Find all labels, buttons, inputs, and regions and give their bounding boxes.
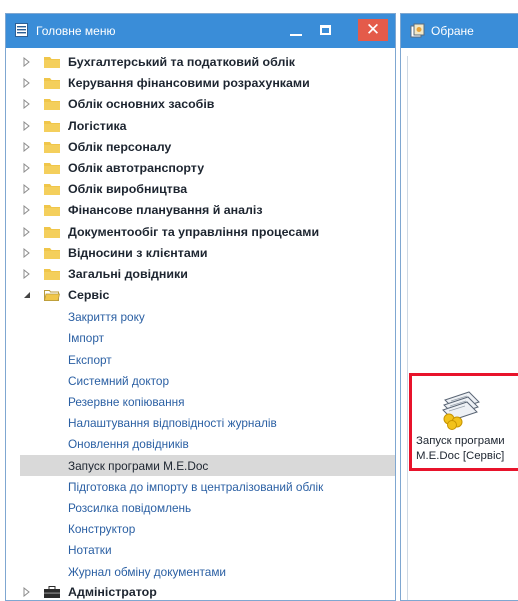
expand-arrow-icon[interactable] <box>23 586 31 597</box>
tree-category-label: Облік персоналу <box>68 139 172 154</box>
expand-arrow-icon[interactable] <box>23 268 31 279</box>
favorites-titlebar[interactable]: Обране <box>401 14 518 48</box>
favorites-panel: Обране <box>400 13 518 601</box>
tree-item[interactable]: Нотатки <box>6 539 395 560</box>
tree-item[interactable]: Підготовка до імпорту в централізований … <box>6 476 395 497</box>
tree-category-label: Бухгалтерський та податковий облік <box>68 55 295 69</box>
tree-category[interactable]: Відносини з клієнтами <box>6 243 395 264</box>
tree-category-label: Відносини з клієнтами <box>68 245 208 260</box>
expand-arrow-icon[interactable] <box>23 162 31 173</box>
folder-icon <box>44 268 60 280</box>
favorite-tile-label: Запуск програми M.E.Doc [Сервіс] <box>416 435 505 462</box>
folder-icon <box>44 184 60 196</box>
tree-category[interactable]: Бухгалтерський та податковий облік <box>6 52 395 73</box>
folder-icon <box>44 141 60 153</box>
tree-item[interactable]: Закриття року <box>6 306 395 327</box>
close-button[interactable]: ✕ <box>358 19 388 41</box>
tree-item[interactable]: Розсилка повідомлень <box>6 497 395 518</box>
tree-category[interactable]: Керування фінансовими розрахунками <box>6 73 395 94</box>
tree-category-label: Логістика <box>68 118 127 133</box>
tree-category-service[interactable]: Сервіс <box>6 285 395 306</box>
tree-item-label: Імпорт <box>68 331 105 346</box>
expand-arrow-icon[interactable] <box>23 57 31 67</box>
tree-category-label: Сервіс <box>68 288 110 303</box>
tree-item[interactable]: Системний доктор <box>6 370 395 391</box>
tree-item[interactable]: Журнал обміну документами <box>6 561 395 582</box>
folder-icon <box>44 99 60 111</box>
minimize-icon <box>290 34 302 36</box>
maximize-icon <box>319 25 331 35</box>
tree-category-label: Облік виробництва <box>68 182 188 197</box>
admin-briefcase-icon <box>44 585 60 598</box>
folder-icon <box>44 120 60 132</box>
tree-category-label: Загальні довідники <box>68 266 188 281</box>
favorites-title: Обране <box>431 24 474 38</box>
tree-item-label: Конструктор <box>68 522 136 537</box>
main-menu-title: Головне меню <box>36 24 116 38</box>
tree-category-label: Облік основних засобів <box>68 97 215 112</box>
folder-icon <box>44 226 60 238</box>
tree-item-label: Резервне копіювання <box>68 395 185 409</box>
close-icon: ✕ <box>365 20 381 39</box>
tree-item-label: Розсилка повідомлень <box>68 500 192 515</box>
tree-category[interactable]: Облік персоналу <box>6 137 395 158</box>
maximize-button[interactable] <box>311 19 339 41</box>
tree-item[interactable]: Резервне копіювання <box>6 391 395 412</box>
tree-category-label: Документообіг та управління процесами <box>68 224 320 239</box>
tree-category-label: Адміністратор <box>68 584 157 599</box>
tree-item-label: Журнал обміну документами <box>68 564 227 579</box>
menu-list-icon <box>15 23 28 37</box>
tree-item[interactable]: Експорт <box>6 349 395 370</box>
expand-arrow-icon[interactable] <box>23 141 31 152</box>
tree-category[interactable]: Фінансове планування й аналіз <box>6 200 395 221</box>
tree-item-label: Підготовка до імпорту в централізований … <box>68 479 324 494</box>
tree-item[interactable]: Налаштування відповідності журналів <box>6 412 395 433</box>
tree-category[interactable]: Загальні довідники <box>6 264 395 285</box>
tree-item-label: Оновлення довідників <box>68 437 189 452</box>
folder-icon <box>44 57 60 68</box>
main-menu-panel: Головне меню ✕ Бухгалтерський та податко… <box>5 13 396 601</box>
expand-arrow-icon[interactable] <box>23 78 31 89</box>
folder-icon <box>44 205 60 217</box>
tree-category-label: Керування фінансовими розрахунками <box>68 76 310 91</box>
menu-tree: Бухгалтерський та податковий облік Керува… <box>6 52 395 600</box>
minimize-button[interactable] <box>282 19 310 41</box>
expand-arrow-icon[interactable] <box>23 205 31 216</box>
tree-item-label: Запуск програми M.E.Doc <box>68 458 209 473</box>
tree-category[interactable]: Документообіг та управління процесами <box>6 222 395 243</box>
tree-item[interactable]: Конструктор <box>6 518 395 539</box>
tree-item-label: Нотатки <box>68 543 112 558</box>
folder-icon <box>44 162 60 174</box>
tree-category[interactable]: Облік виробництва <box>6 179 395 200</box>
tree-item-label: Експорт <box>68 352 112 367</box>
tree-item-label: Системний доктор <box>68 373 170 388</box>
favorites-content <box>407 56 518 600</box>
tree-item[interactable]: Оновлення довідників <box>6 433 395 454</box>
tree-item-label: Закриття року <box>68 310 145 325</box>
open-folder-icon <box>44 290 60 302</box>
medoc-documents-icon <box>442 391 480 430</box>
expand-arrow-icon[interactable] <box>23 247 31 258</box>
tree-category[interactable]: Облік автотранспорту <box>6 158 395 179</box>
favorites-icon <box>410 23 425 38</box>
collapse-arrow-icon[interactable] <box>23 290 31 300</box>
main-menu-titlebar[interactable]: Головне меню ✕ <box>6 14 395 48</box>
tree-item-selected[interactable]: Запуск програми M.E.Doc <box>20 454 395 476</box>
folder-icon <box>44 78 60 90</box>
tree-category-admin[interactable]: Адміністратор <box>6 582 395 600</box>
tree-category[interactable]: Логістика <box>6 116 395 137</box>
tree-category[interactable]: Облік основних засобів <box>6 94 395 115</box>
expand-arrow-icon[interactable] <box>23 99 31 110</box>
favorite-tile-medoc[interactable]: Запуск програми M.E.Doc [Сервіс] <box>409 373 518 471</box>
tree-item-label: Налаштування відповідності журналів <box>68 416 277 431</box>
expand-arrow-icon[interactable] <box>23 226 31 237</box>
expand-arrow-icon[interactable] <box>23 120 31 131</box>
tree-category-label: Облік автотранспорту <box>68 160 205 175</box>
tree-item[interactable]: Імпорт <box>6 327 395 348</box>
expand-arrow-icon[interactable] <box>23 184 31 195</box>
folder-icon <box>44 247 60 259</box>
tree-category-label: Фінансове планування й аналіз <box>68 203 263 218</box>
